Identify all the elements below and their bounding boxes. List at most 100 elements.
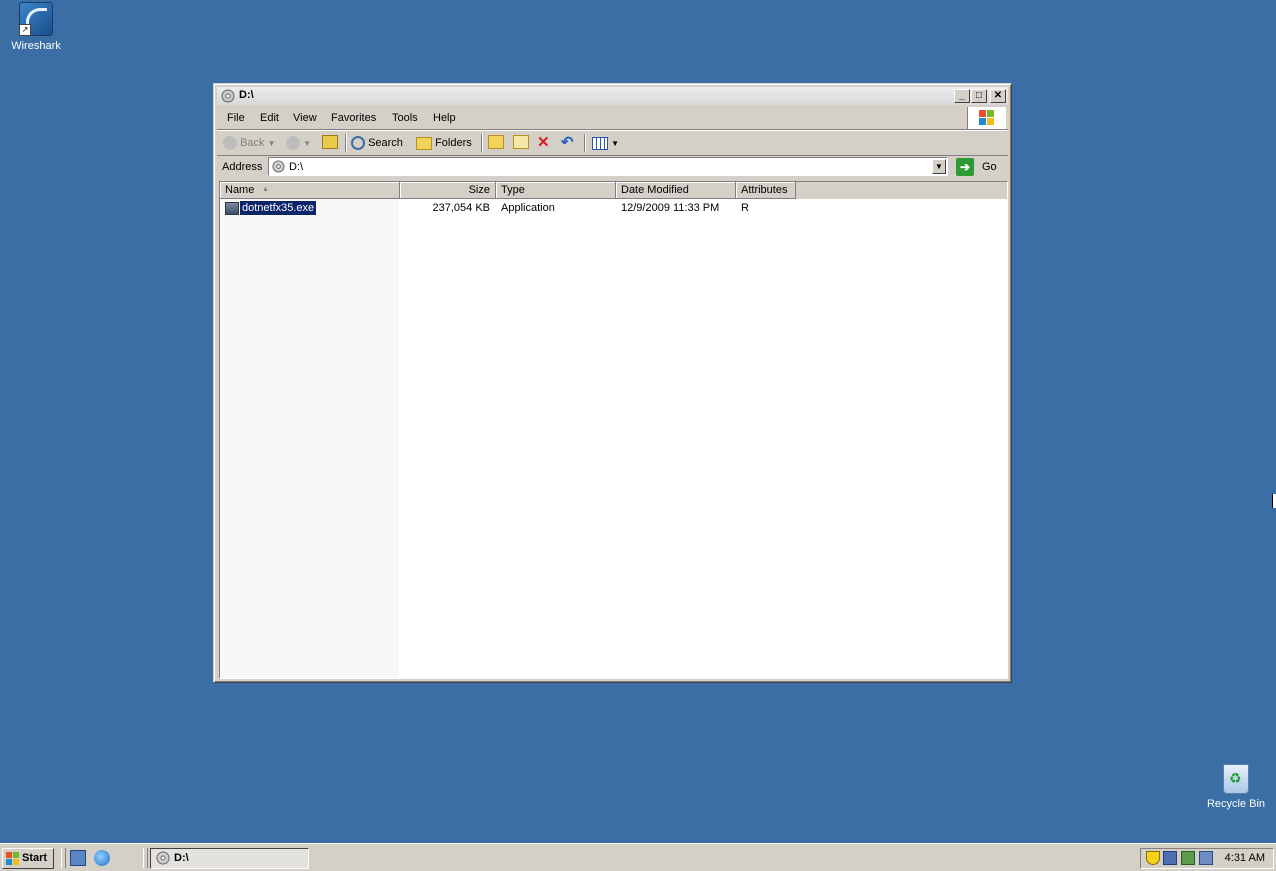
shortcut-arrow-icon: ↗ xyxy=(19,24,31,36)
menu-file[interactable]: File xyxy=(227,112,245,124)
close-button[interactable]: ✕ xyxy=(990,89,1006,103)
taskbar-window-label: D:\ xyxy=(174,852,189,864)
chevron-down-icon: ▼ xyxy=(611,139,619,148)
undo-icon: ↶ xyxy=(561,134,574,151)
column-label: Size xyxy=(468,184,490,196)
sort-ascending-icon: ▲ xyxy=(262,186,269,193)
address-bar: Address D:\ ▼ ➔ Go xyxy=(217,156,1008,178)
menu-bar: File Edit View Favorites Tools Help xyxy=(217,107,1008,130)
folders-button[interactable]: Folders xyxy=(416,135,472,151)
menu-edit[interactable]: Edit xyxy=(260,112,279,124)
sorted-column-highlight xyxy=(220,199,399,678)
recycle-bin-icon xyxy=(1220,762,1252,794)
up-folder-icon xyxy=(322,135,338,149)
views-icon xyxy=(592,136,608,150)
taskbar: Start D:\ 4:31 AM xyxy=(0,843,1276,871)
toolbar: Back ▼ ▼ Search Folders ✕ ↶ ▼ xyxy=(217,130,1008,156)
copy-to-button[interactable] xyxy=(513,135,529,151)
taskbar-grip xyxy=(143,848,148,868)
views-button[interactable]: ▼ xyxy=(592,135,619,151)
delete-button[interactable]: ✕ xyxy=(537,135,550,151)
file-size: 237,054 KB xyxy=(432,202,491,214)
column-header-type[interactable]: Type xyxy=(496,182,616,199)
column-label: Attributes xyxy=(741,184,788,196)
menu-view[interactable]: View xyxy=(293,112,317,124)
network-icon[interactable] xyxy=(1163,851,1177,865)
column-label: Type xyxy=(501,184,525,196)
file-attributes: R xyxy=(741,202,749,214)
taskbar-grip xyxy=(61,848,66,868)
title-bar[interactable]: D:\ _ □ ✕ xyxy=(217,87,1008,105)
wireshark-icon: ↗ xyxy=(19,2,53,36)
column-label: Name xyxy=(225,184,255,196)
toolbar-separator xyxy=(345,134,347,152)
file-date-modified: 12/9/2009 11:33 PM xyxy=(621,202,720,214)
system-tray: 4:31 AM xyxy=(1140,848,1274,869)
minimize-button[interactable]: _ xyxy=(954,89,970,103)
up-folder-button[interactable] xyxy=(322,135,338,151)
column-header-name[interactable]: Name ▲ xyxy=(220,182,400,199)
address-input[interactable]: D:\ ▼ xyxy=(268,157,948,176)
application-file-icon xyxy=(225,202,239,215)
move-to-button[interactable] xyxy=(488,135,504,151)
column-header-attributes[interactable]: Attributes xyxy=(736,182,796,199)
maximize-button[interactable]: □ xyxy=(971,89,987,103)
move-to-icon xyxy=(488,135,504,149)
toolbar-separator xyxy=(481,134,483,152)
folders-label: Folders xyxy=(435,137,472,149)
search-label: Search xyxy=(368,137,403,149)
windows-flag-icon xyxy=(6,852,19,865)
toolbar-separator xyxy=(584,134,586,152)
file-type: Application xyxy=(501,202,555,214)
folder-icon xyxy=(416,136,432,150)
windows-logo xyxy=(967,107,1006,129)
start-button[interactable]: Start xyxy=(2,848,54,869)
list-header: Name ▲ Size Type Date Modified Attribute… xyxy=(220,182,1007,199)
go-arrow-icon: ➔ xyxy=(956,158,974,176)
chevron-down-icon: ▼ xyxy=(303,139,311,148)
search-button[interactable]: Search xyxy=(351,135,403,151)
menu-favorites[interactable]: Favorites xyxy=(331,112,376,124)
taskbar-window-button[interactable]: D:\ xyxy=(150,848,309,869)
start-label: Start xyxy=(22,852,48,864)
network-icon[interactable] xyxy=(1181,851,1195,865)
back-button[interactable]: Back ▼ xyxy=(223,135,276,151)
file-list[interactable]: Name ▲ Size Type Date Modified Attribute… xyxy=(219,181,1008,679)
file-name: dotnetfx35.exe xyxy=(238,200,318,216)
quicklaunch-show-desktop-icon[interactable] xyxy=(70,850,86,866)
undo-button[interactable]: ↶ xyxy=(561,135,574,151)
address-dropdown-button[interactable]: ▼ xyxy=(932,159,946,174)
drive-icon xyxy=(156,851,170,865)
windows-flag-icon xyxy=(979,110,995,126)
forward-button[interactable]: ▼ xyxy=(286,135,311,151)
mouse-cursor xyxy=(1272,494,1276,508)
copy-to-icon xyxy=(513,135,529,149)
address-label: Address xyxy=(222,161,263,173)
clock[interactable]: 4:31 AM xyxy=(1225,852,1265,864)
drive-icon xyxy=(221,89,235,103)
address-value: D:\ xyxy=(289,161,304,173)
forward-arrow-icon xyxy=(286,136,300,151)
security-shield-icon[interactable] xyxy=(1146,851,1160,865)
file-row[interactable]: dotnetfx35.exe 237,054 KB Application 12… xyxy=(220,200,1007,217)
desktop-icon-wireshark[interactable]: ↗ Wireshark xyxy=(0,2,72,52)
column-header-size[interactable]: Size xyxy=(400,182,496,199)
delete-icon: ✕ xyxy=(537,134,550,151)
explorer-window: D:\ _ □ ✕ File Edit View Favorites Tools… xyxy=(213,83,1012,683)
chevron-down-icon: ▼ xyxy=(267,139,276,148)
column-label: Date Modified xyxy=(621,184,689,196)
back-label: Back xyxy=(240,137,265,149)
menu-tools[interactable]: Tools xyxy=(392,112,418,124)
go-label: Go xyxy=(982,161,997,173)
desktop-icon-label: Wireshark xyxy=(11,40,61,52)
window-title: D:\ xyxy=(239,89,254,101)
drive-icon xyxy=(272,160,285,173)
column-header-date-modified[interactable]: Date Modified xyxy=(616,182,736,199)
desktop-icon-recycle-bin[interactable]: Recycle Bin xyxy=(1200,762,1272,810)
search-icon xyxy=(351,136,365,151)
desktop-icon-label: Recycle Bin xyxy=(1206,798,1266,810)
back-arrow-icon xyxy=(223,136,237,151)
menu-help[interactable]: Help xyxy=(433,112,456,124)
quicklaunch-internet-explorer-icon[interactable] xyxy=(94,850,110,866)
display-icon[interactable] xyxy=(1199,851,1213,865)
